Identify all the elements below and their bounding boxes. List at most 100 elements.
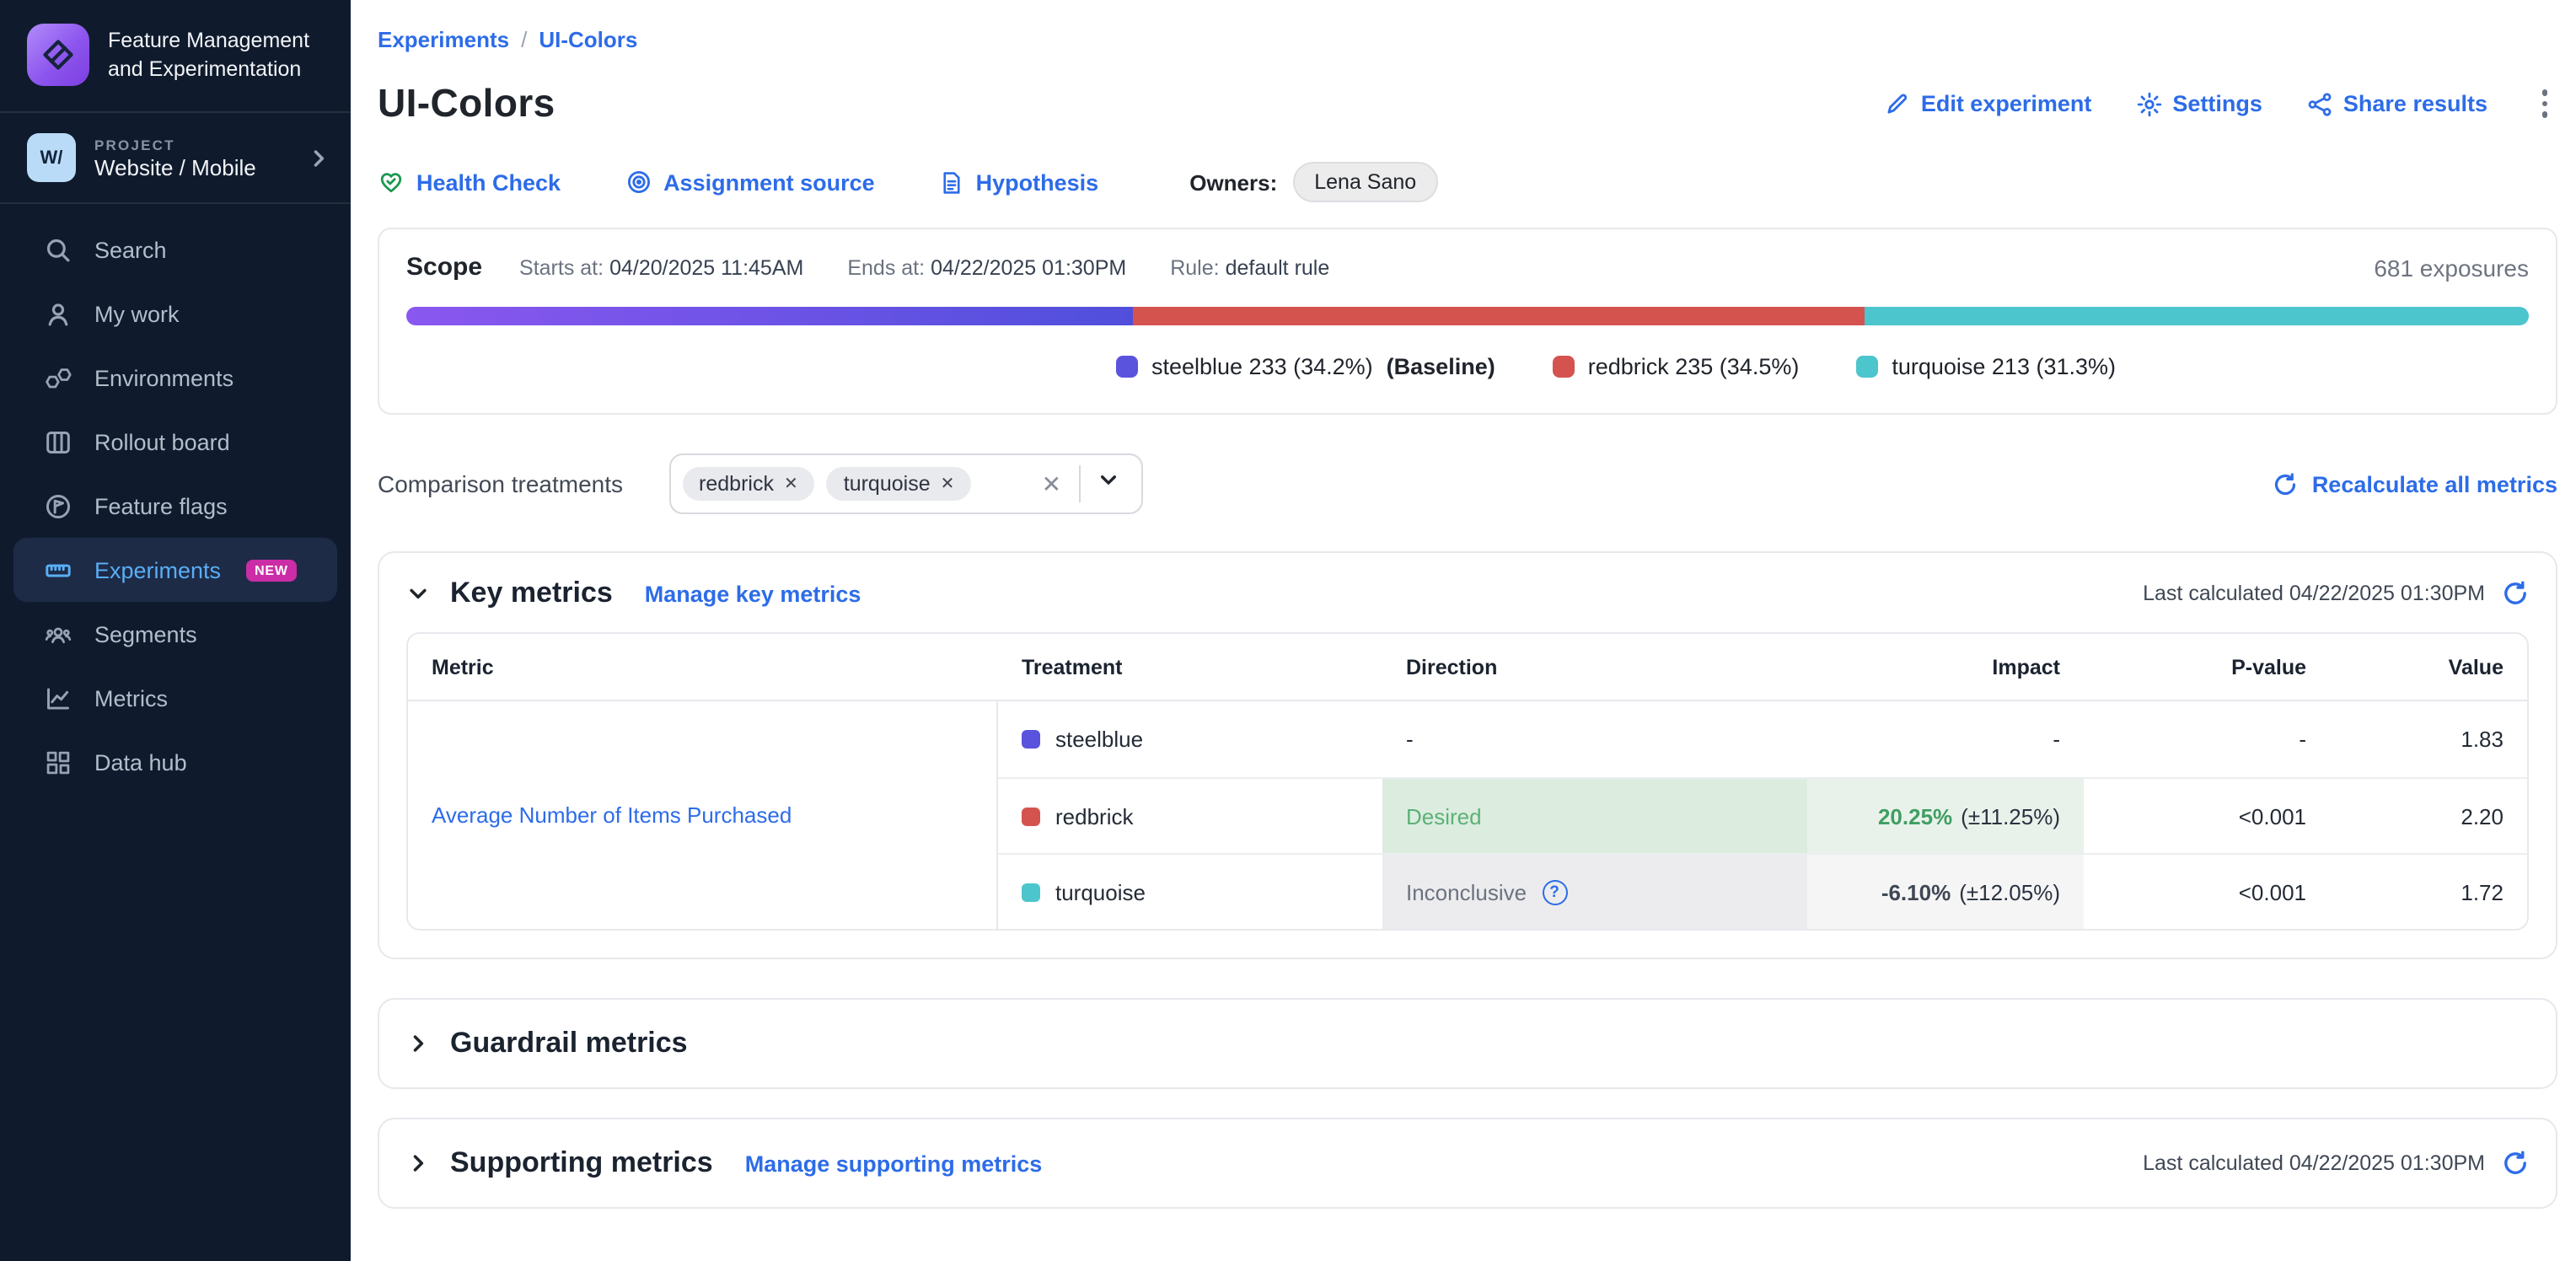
sidebar-item-metrics[interactable]: Metrics [0, 666, 351, 730]
recalculate-label: Recalculate all metrics [2312, 471, 2557, 496]
legend-label: redbrick 235 (34.5%) [1588, 354, 1800, 379]
direction-value: - [1406, 727, 1414, 752]
metric-cell: Average Number of Items Purchased [408, 701, 998, 929]
remove-chip-icon[interactable]: ✕ [784, 475, 798, 493]
impact-value: - [2053, 727, 2060, 752]
manage-key-metrics-link[interactable]: Manage key metrics [645, 581, 861, 606]
app-brand: Feature Management and Experimentation [0, 0, 351, 111]
heart-check-icon [378, 169, 405, 196]
clear-selection-icon[interactable]: ✕ [1028, 470, 1075, 498]
impact-value: 20.25% [1878, 803, 1952, 829]
sidebar-item-label: Metrics [94, 685, 168, 711]
treatment-chip-turquoise[interactable]: turquoise ✕ [827, 467, 972, 501]
recalculate-all-metrics-button[interactable]: Recalculate all metrics [2273, 471, 2557, 496]
sidebar-nav: Search My work Environments Rollout boar… [0, 204, 351, 794]
grid-icon [44, 748, 72, 776]
baseline-tag: (Baseline) [1387, 354, 1495, 379]
owner-chip[interactable]: Lena Sano [1292, 162, 1438, 202]
hexagons-icon [44, 363, 72, 392]
expand-toggle[interactable] [406, 1032, 430, 1055]
collapse-toggle[interactable] [406, 582, 430, 605]
steelblue-swatch [1022, 730, 1040, 749]
col-value: Value [2330, 655, 2527, 679]
legend-label: turquoise 213 (31.3%) [1892, 354, 2116, 379]
key-metrics-section: Key metrics Manage key metrics Last calc… [378, 551, 2557, 959]
share-results-button[interactable]: Share results [2306, 90, 2487, 117]
refresh-icon [2273, 471, 2299, 496]
project-name: Website / Mobile [94, 154, 288, 180]
sidebar-item-rollout-board[interactable]: Rollout board [0, 410, 351, 474]
chevron-down-icon[interactable] [1090, 465, 1125, 502]
metric-value: 2.20 [2461, 803, 2504, 829]
sidebar-item-segments[interactable]: Segments [0, 602, 351, 666]
metric-name-link[interactable]: Average Number of Items Purchased [432, 802, 792, 828]
guardrail-metrics-section: Guardrail metrics [378, 998, 2557, 1089]
settings-button[interactable]: Settings [2135, 90, 2262, 117]
breadcrumb-link-experiments[interactable]: Experiments [378, 27, 509, 52]
chevron-right-icon [406, 1032, 430, 1055]
health-check-link[interactable]: Health Check [378, 169, 561, 196]
sidebar-item-my-work[interactable]: My work [0, 282, 351, 346]
chip-label: redbrick [699, 472, 774, 496]
expand-toggle[interactable] [406, 1151, 430, 1175]
help-icon[interactable]: ? [1542, 879, 1567, 904]
breadcrumb-current[interactable]: UI-Colors [539, 27, 637, 52]
treatment-chip-redbrick[interactable]: redbrick ✕ [682, 467, 815, 501]
p-value: <0.001 [2239, 803, 2306, 829]
table-header: Metric Treatment Direction Impact P-valu… [408, 634, 2527, 701]
sidebar-item-search[interactable]: Search [0, 217, 351, 282]
manage-supporting-metrics-link[interactable]: Manage supporting metrics [745, 1151, 1043, 1176]
sidebar-item-label: Data hub [94, 749, 187, 775]
sidebar-item-label: Segments [94, 621, 197, 647]
project-switcher[interactable]: W/ PROJECT Website / Mobile [0, 113, 351, 202]
table-row: redbrick Desired 20.25%(±11.25%) <0.001 … [998, 777, 2527, 853]
edit-experiment-button[interactable]: Edit experiment [1886, 91, 2092, 116]
col-impact: Impact [1807, 655, 2084, 679]
sidebar-item-feature-flags[interactable]: Feature flags [0, 474, 351, 538]
settings-label: Settings [2172, 91, 2262, 116]
project-badge: W/ [27, 133, 76, 182]
assignment-source-link[interactable]: Assignment source [625, 169, 875, 196]
sidebar-item-data-hub[interactable]: Data hub [0, 730, 351, 794]
comparison-treatments-label: Comparison treatments [378, 470, 623, 497]
bullseye-icon [625, 169, 652, 196]
last-calculated-text: Last calculated 04/22/2025 01:30PM [2143, 582, 2485, 605]
health-check-label: Health Check [416, 169, 561, 195]
app-window: Feature Management and Experimentation W… [0, 0, 2576, 1261]
more-options-button[interactable] [2531, 87, 2557, 121]
chevron-right-icon [307, 146, 330, 169]
treatment-name: redbrick [1055, 803, 1134, 829]
owners-label: Owners: [1189, 169, 1277, 195]
supporting-metrics-section: Supporting metrics Manage supporting met… [378, 1118, 2557, 1209]
treatment-name: turquoise [1055, 879, 1146, 904]
people-icon [44, 620, 72, 648]
refresh-icon[interactable] [2502, 1150, 2529, 1177]
sidebar-item-label: Feature flags [94, 493, 228, 518]
ends-at-value: 04/22/2025 01:30PM [931, 255, 1126, 279]
remove-chip-icon[interactable]: ✕ [941, 475, 955, 493]
last-calculated-text: Last calculated 04/22/2025 01:30PM [2143, 1151, 2485, 1175]
line-chart-icon [44, 684, 72, 712]
app-title: Feature Management and Experimentation [108, 27, 324, 83]
edit-experiment-label: Edit experiment [1921, 91, 2092, 116]
table-row: steelblue - - - 1.83 [998, 701, 2527, 777]
breadcrumb: Experiments / UI-Colors [378, 0, 2557, 52]
p-value: - [2299, 727, 2306, 752]
key-metrics-table: Metric Treatment Direction Impact P-valu… [406, 632, 2529, 931]
gear-icon [2135, 90, 2162, 117]
col-direction: Direction [1382, 655, 1807, 679]
hypothesis-link[interactable]: Hypothesis [939, 169, 1099, 195]
rule-label: Rule: [1170, 255, 1219, 279]
treatments-multiselect[interactable]: redbrick ✕ turquoise ✕ ✕ [668, 453, 1142, 514]
table-row: turquoise Inconclusive? -6.10%(±12.05%) … [998, 853, 2527, 929]
board-columns-icon [44, 427, 72, 456]
refresh-icon[interactable] [2502, 580, 2529, 607]
turquoise-swatch [1856, 356, 1878, 378]
sidebar-item-environments[interactable]: Environments [0, 346, 351, 410]
sidebar-item-label: Environments [94, 365, 233, 390]
metric-value: 1.83 [2461, 727, 2504, 752]
redbrick-swatch [1553, 356, 1575, 378]
sidebar-item-experiments[interactable]: Experiments NEW [13, 538, 337, 602]
direction-value: Desired [1406, 803, 1482, 829]
search-icon [44, 235, 72, 264]
